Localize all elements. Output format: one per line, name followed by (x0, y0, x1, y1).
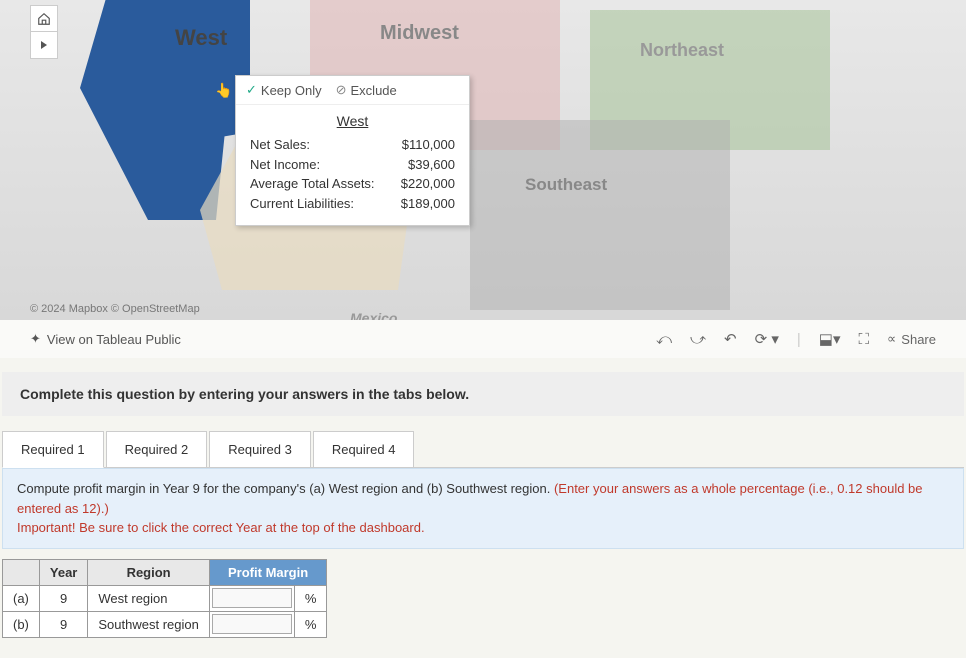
tooltip-row-curr-liab: Current Liabilities: $189,000 (250, 194, 455, 214)
view-public-label: View on Tableau Public (47, 332, 181, 347)
refresh-icon[interactable]: ⟳ ▾ (755, 330, 779, 348)
revert-icon[interactable]: ↶ (724, 330, 737, 348)
tooltip-label: Net Sales: (250, 135, 380, 155)
row-region: Southwest region (88, 611, 209, 637)
profit-margin-input-a[interactable] (212, 588, 292, 608)
share-button[interactable]: ∝ Share (887, 331, 936, 347)
region-label-midwest: Midwest (380, 22, 459, 45)
home-button[interactable] (31, 6, 57, 32)
table-row: (a) 9 West region % (3, 585, 327, 611)
profit-margin-input-b[interactable] (212, 614, 292, 634)
share-label: Share (901, 332, 936, 347)
tooltip-row-avg-assets: Average Total Assets: $220,000 (250, 174, 455, 194)
home-icon (37, 12, 51, 26)
cursor-pointer-icon: 👆 (215, 82, 232, 99)
row-id: (a) (3, 585, 40, 611)
row-region: West region (88, 585, 209, 611)
tooltip-label: Net Income: (250, 155, 380, 175)
tooltip-value: $39,600 (390, 155, 455, 175)
undo-icon[interactable]: ⤺ (656, 331, 672, 348)
row-id: (b) (3, 611, 40, 637)
tooltip-value: $220,000 (390, 174, 455, 194)
region-label-mexico: Mexico (350, 310, 397, 320)
region-label-west: West (175, 25, 227, 51)
tooltip-label: Current Liabilities: (250, 194, 380, 214)
map-side-controls (30, 5, 58, 59)
tab-required-4[interactable]: Required 4 (313, 431, 415, 468)
col-year: Year (39, 559, 87, 585)
question-prompt: Compute profit margin in Year 9 for the … (2, 468, 964, 549)
instruction-text: Complete this question by entering your … (2, 372, 964, 416)
answer-tabs: Required 1 Required 2 Required 3 Require… (2, 430, 964, 468)
tooltip-label: Average Total Assets: (250, 174, 380, 194)
row-unit: % (294, 611, 327, 637)
tooltip-row-net-income: Net Income: $39,600 (250, 155, 455, 175)
download-icon[interactable]: ⬓▾ (819, 330, 841, 348)
col-blank (3, 559, 40, 585)
region-label-southeast: Southeast (525, 175, 607, 195)
prompt-main: Compute profit margin in Year 9 for the … (17, 481, 554, 496)
col-region: Region (88, 559, 209, 585)
prompt-important: Important! Be sure to click the correct … (17, 520, 425, 535)
tooltip-value: $189,000 (390, 194, 455, 214)
play-button[interactable] (31, 32, 57, 58)
region-label-northeast: Northeast (640, 40, 724, 61)
map-attribution: © 2024 Mapbox © OpenStreetMap (30, 303, 200, 315)
exclude-button[interactable]: ⊘ Exclude (336, 82, 397, 98)
row-unit: % (294, 585, 327, 611)
col-profit-margin: Profit Margin (209, 559, 327, 585)
tableau-logo-icon: ✦ (30, 331, 41, 347)
tooltip-value: $110,000 (390, 135, 455, 155)
tab-required-1[interactable]: Required 1 (2, 431, 104, 468)
share-icon: ∝ (887, 331, 896, 347)
exclude-icon: ⊘ (336, 82, 347, 98)
check-icon: ✓ (246, 82, 257, 98)
map-viewport[interactable]: West Midwest Northeast Southeast Mexico … (0, 0, 966, 320)
answer-table: Year Region Profit Margin (a) 9 West reg… (2, 559, 327, 638)
exclude-label: Exclude (351, 83, 397, 98)
tooltip-title: West (250, 113, 455, 129)
row-year: 9 (39, 611, 87, 637)
tableau-toolbar: ✦ View on Tableau Public ⤺ ⤻ ↶ ⟳ ▾ | ⬓▾ … (0, 320, 966, 358)
view-public-link[interactable]: ✦ View on Tableau Public (30, 331, 181, 347)
fullscreen-icon[interactable]: ⛶ (858, 331, 869, 348)
keep-only-button[interactable]: ✓ Keep Only (246, 82, 322, 98)
region-shape-southeast[interactable] (470, 120, 730, 310)
row-year: 9 (39, 585, 87, 611)
tooltip-row-net-sales: Net Sales: $110,000 (250, 135, 455, 155)
redo-icon[interactable]: ⤻ (690, 331, 706, 348)
keep-only-label: Keep Only (261, 83, 322, 98)
table-row: (b) 9 Southwest region % (3, 611, 327, 637)
play-icon (39, 40, 49, 50)
map-tooltip: ✓ Keep Only ⊘ Exclude West Net Sales: $1… (235, 75, 470, 226)
tab-required-3[interactable]: Required 3 (209, 431, 311, 468)
separator: | (797, 331, 801, 348)
tab-required-2[interactable]: Required 2 (106, 431, 208, 468)
